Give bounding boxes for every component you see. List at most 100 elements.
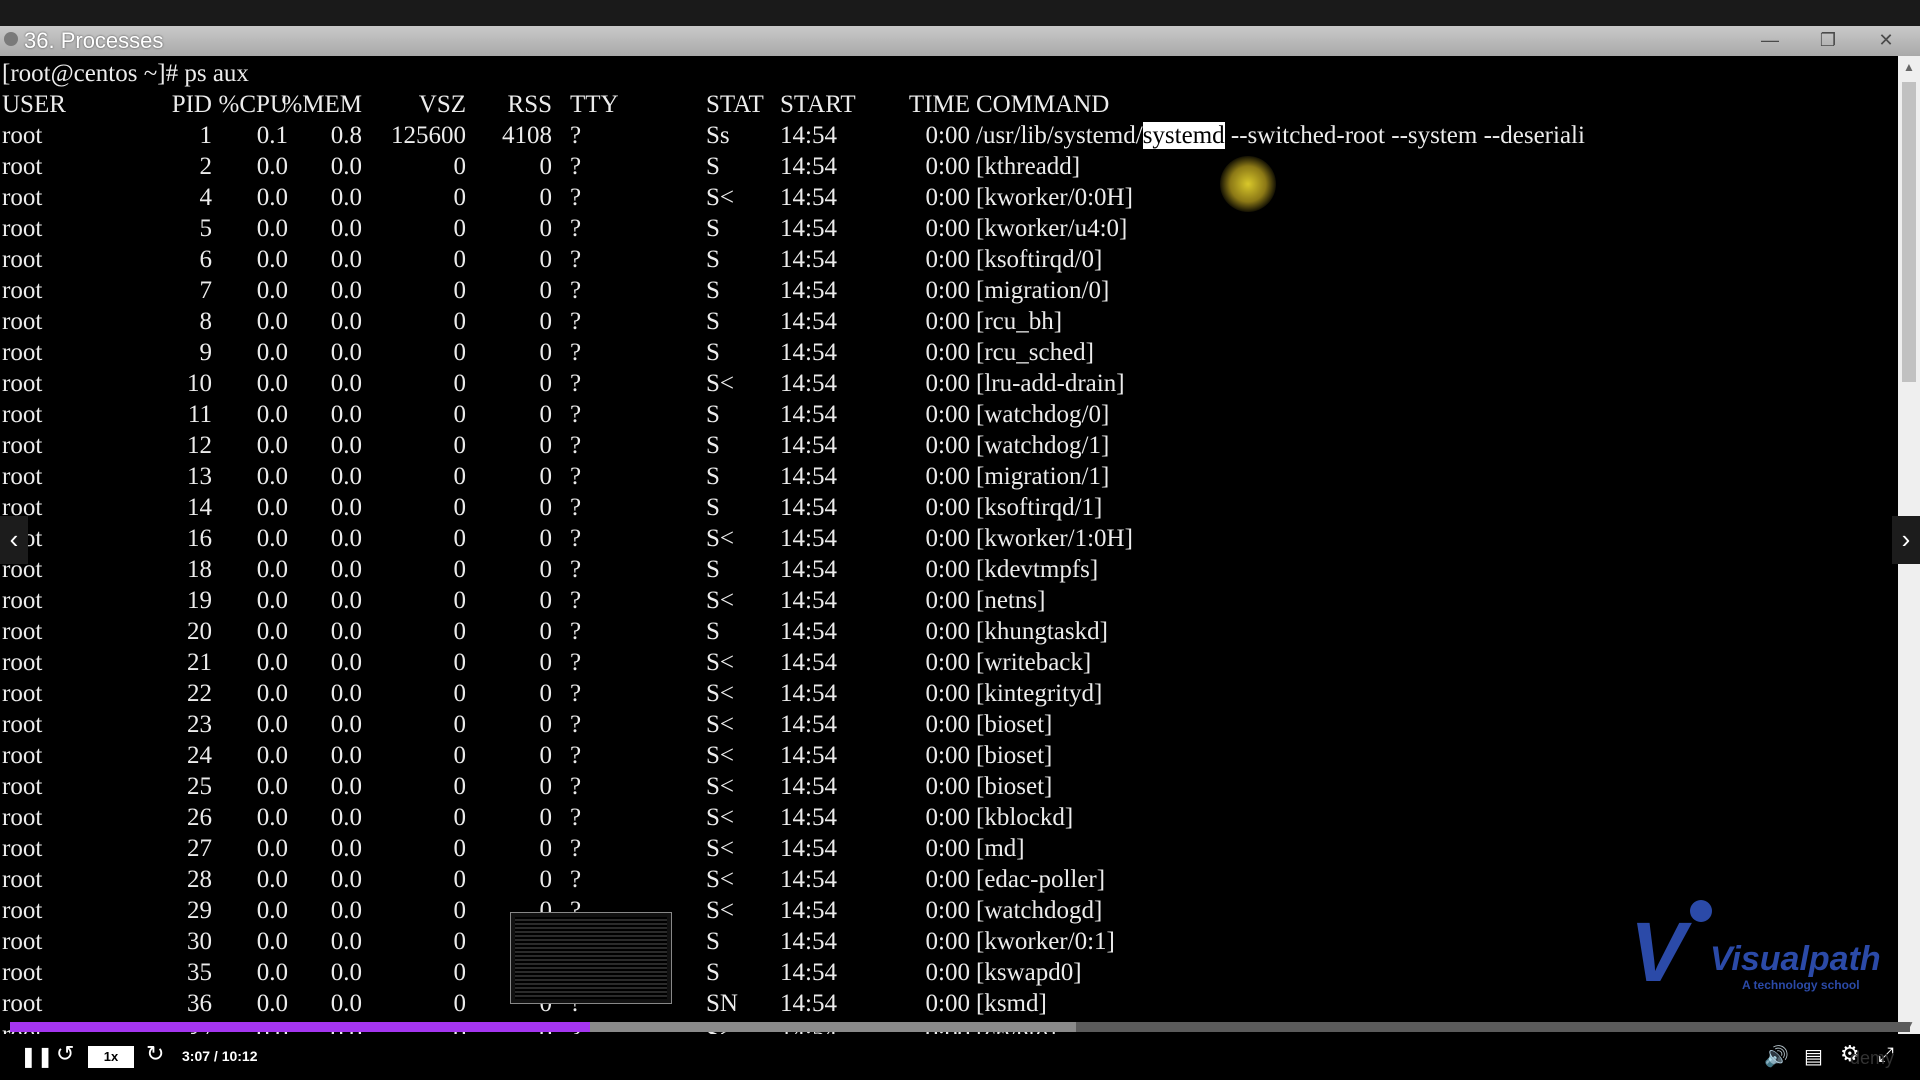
restore-button[interactable]: ❐ (1816, 30, 1840, 51)
cell-time: 0:00 (925, 215, 970, 242)
forward-icon[interactable]: ↻ (146, 1042, 164, 1067)
cell-command: [watchdog/1] (976, 432, 1110, 459)
cell-tty: ? (570, 618, 582, 645)
column-header-vsz: VSZ (418, 91, 466, 118)
cell-stat: S< (706, 184, 735, 211)
cell-command: [kworker/u4:0] (976, 215, 1128, 242)
video-progress-bar[interactable] (10, 1022, 1910, 1032)
cell-stat: S< (706, 649, 735, 676)
cell-time: 0:00 (925, 246, 970, 273)
previous-lecture-button[interactable]: ‹ (0, 516, 28, 564)
cell-tty: ? (570, 773, 582, 800)
process-row: root 12 0.0 0.0 0 0? S 14:54 0:00 [watchdog/1] (2, 430, 1892, 461)
scroll-up-arrow-icon[interactable]: ▲ (1898, 60, 1920, 74)
cell-vsz: 0 (453, 618, 467, 645)
volume-icon[interactable]: 🔊 (1764, 1044, 1789, 1068)
cell-start: 14:54 (780, 463, 837, 490)
cell-time: 0:00 (925, 773, 970, 800)
watermark: demy (1850, 1048, 1895, 1068)
terminal-output[interactable]: [root@centos ~]# ps aux USER PID %CPU %MEM V… (0, 56, 1898, 1036)
app-icon (4, 32, 18, 46)
process-row: root 4 0.0 0.0 0 0? S< 14:54 0:00 [kworker/0:0H] (2, 182, 1892, 213)
cell-time: 0:00 (925, 618, 970, 645)
process-row: root 22 0.0 0.0 0 0? S< 14:54 0:00 [kintegrityd] (2, 678, 1892, 709)
pause-icon[interactable]: ❚❚ (20, 1044, 54, 1068)
process-row: root 28 0.0 0.0 0 0? S< 14:54 0:00 [edac-poller] (2, 864, 1892, 895)
cell-vsz: 0 (453, 866, 467, 893)
cell-command: [ksoftirqd/0] (976, 246, 1103, 273)
scrollbar-thumb[interactable] (1902, 82, 1916, 382)
cell-rss: 0 (539, 773, 553, 800)
logo-brand: Visualpath (1710, 940, 1881, 978)
cell-stat: S< (706, 370, 735, 397)
cell-tty: ? (570, 742, 582, 769)
cell-tty: ? (570, 370, 582, 397)
rewind-icon[interactable]: ↺ (56, 1042, 74, 1067)
cell-start: 14:54 (780, 680, 837, 707)
cell-command: [rcu_sched] (976, 339, 1094, 366)
captions-icon[interactable]: ▤ (1804, 1044, 1823, 1068)
cell-start: 14:54 (780, 618, 837, 645)
cell-time: 0:00 (925, 866, 970, 893)
cell-vsz: 0 (453, 339, 467, 366)
selected-text[interactable]: systemd (1142, 122, 1225, 149)
cell-vsz: 0 (453, 835, 467, 862)
cell-rss: 0 (539, 370, 553, 397)
cell-vsz: 0 (453, 153, 467, 180)
cell-vsz: 0 (453, 463, 467, 490)
process-row: root 24 0.0 0.0 0 0? S< 14:54 0:00 [bioset] (2, 740, 1892, 771)
cell-vsz: 0 (453, 184, 467, 211)
cell-start: 14:54 (780, 525, 837, 552)
cell-vsz: 0 (453, 308, 467, 335)
cell-vsz: 125600 (391, 122, 466, 149)
cell-time: 0:00 (925, 277, 970, 304)
cell-command: [khungtaskd] (976, 618, 1108, 645)
cell-start: 14:54 (780, 649, 837, 676)
process-row: root 9 0.0 0.0 0 0? S 14:54 0:00 [rcu_sched] (2, 337, 1892, 368)
close-button[interactable]: ✕ (1874, 30, 1898, 51)
cell-start: 14:54 (780, 959, 837, 986)
playback-speed-button[interactable]: 1x (88, 1046, 134, 1068)
cell-vsz: 0 (453, 773, 467, 800)
cell-time: 0:00 (925, 463, 970, 490)
cell-start: 14:54 (780, 432, 837, 459)
process-row: root 29 0.0 0.0 0 0? S< 14:54 0:00 [watchdogd] (2, 895, 1892, 926)
cell-tty: ? (570, 339, 582, 366)
next-lecture-button[interactable]: › (1892, 516, 1920, 564)
cell-time: 0:00 (925, 432, 970, 459)
cell-rss: 0 (539, 804, 553, 831)
cell-rss: 4108 (502, 122, 552, 149)
window-title: 36. Processes (24, 28, 164, 53)
command-args: --switched-root --system --deseriali (1224, 122, 1585, 149)
minimize-button[interactable]: — (1758, 30, 1782, 51)
cell-time: 0:00 (925, 990, 970, 1017)
cell-stat: S (706, 308, 720, 335)
cell-tty: ? (570, 401, 582, 428)
process-row: root 1 0.1 0.8 125600 4108? Ss 14:54 0:00/usr/li… (2, 120, 1892, 151)
cell-command: [kthreadd] (976, 153, 1081, 180)
cell-time: 0:00 (925, 897, 970, 924)
cell-start: 14:54 (780, 928, 837, 955)
cell-rss: 0 (539, 308, 553, 335)
cell-vsz: 0 (453, 525, 467, 552)
cell-command: [rcu_bh] (976, 308, 1063, 335)
cell-time: 0:00 (925, 494, 970, 521)
cell-time: 0:00 (925, 680, 970, 707)
cell-rss: 0 (539, 742, 553, 769)
cell-time: 0:00 (925, 835, 970, 862)
cell-tty: ? (570, 866, 582, 893)
cell-start: 14:54 (780, 742, 837, 769)
column-header-tty: TTY (570, 91, 619, 118)
cell-command: [kdevtmpfs] (976, 556, 1099, 583)
cell-rss: 0 (539, 184, 553, 211)
cell-start: 14:54 (780, 587, 837, 614)
cell-command: [bioset] (976, 742, 1053, 769)
cell-start: 14:54 (780, 246, 837, 273)
cell-vsz: 0 (453, 215, 467, 242)
cell-time: 0:00 (925, 742, 970, 769)
cell-start: 14:54 (780, 494, 837, 521)
process-row: root 19 0.0 0.0 0 0? S< 14:54 0:00 [netns] (2, 585, 1892, 616)
cell-stat: S< (706, 897, 735, 924)
column-header-rss: RSS (507, 91, 552, 118)
cell-start: 14:54 (780, 308, 837, 335)
